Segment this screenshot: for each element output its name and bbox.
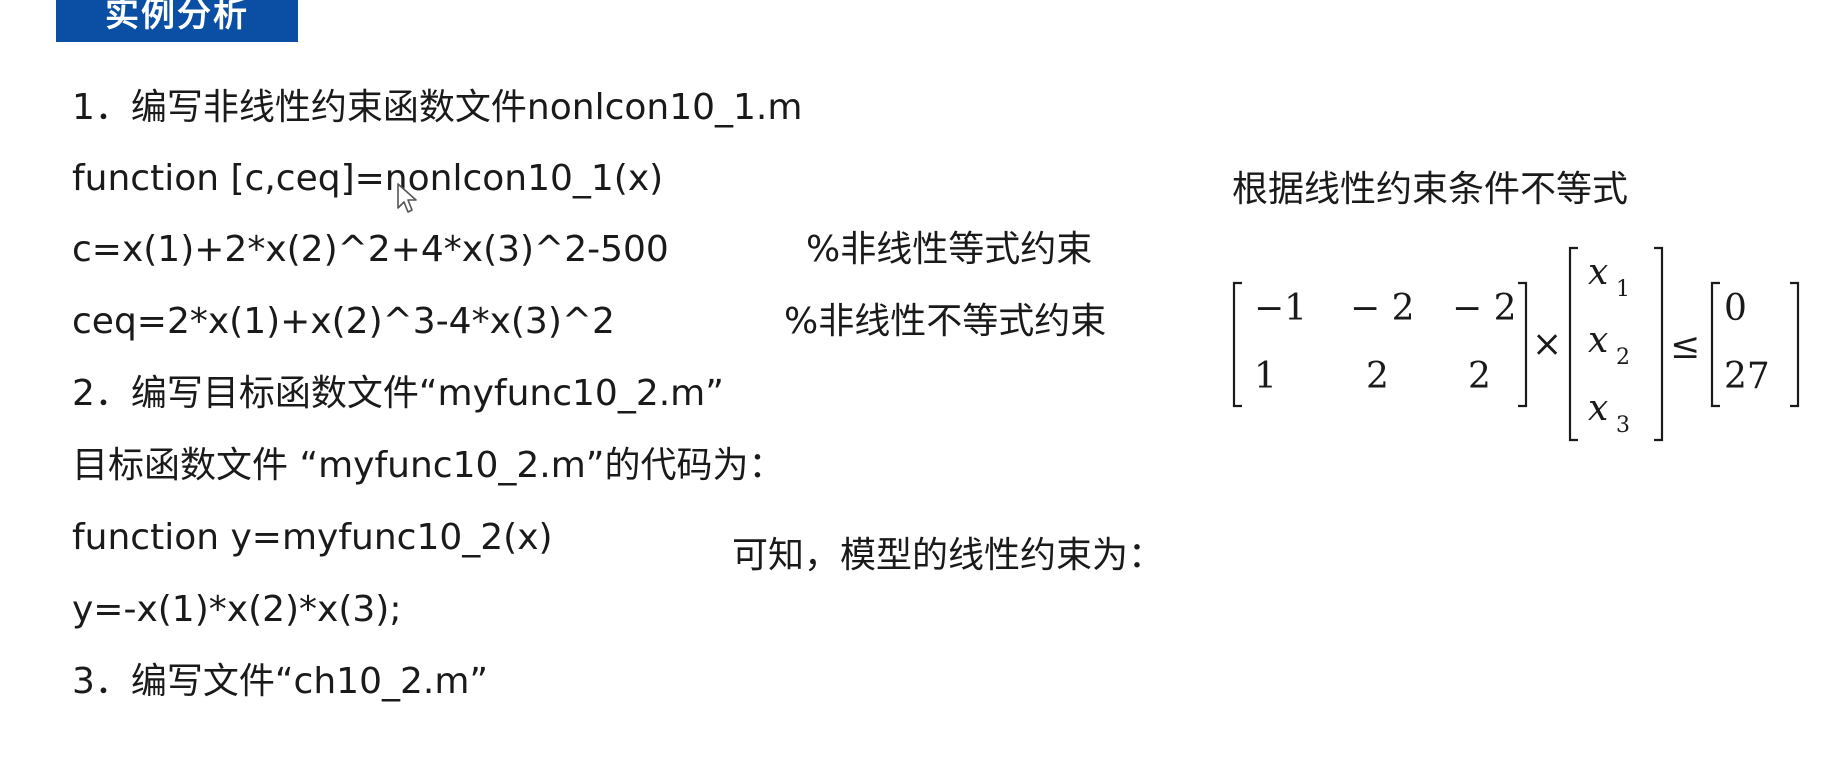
matrix-a-left-bracket <box>1232 281 1242 408</box>
matrix-a-cell: 2 <box>1366 356 1389 397</box>
step-2-heading: 2．编写目标函数文件“myfunc10_2.m” <box>72 373 724 414</box>
slide-title: 实例分析 <box>56 0 298 42</box>
code-line-c: c=x(1)+2*x(2)^2+4*x(3)^2-500 <box>72 229 669 270</box>
vector-x-left-bracket <box>1568 246 1578 442</box>
vector-x-element: x <box>1588 388 1608 429</box>
vector-b-right-bracket <box>1790 281 1800 408</box>
code-line-function-nonlcon: function [c,ceq]=nonlcon10_1(x) <box>72 158 664 199</box>
matrix-a-cell: 2 <box>1468 356 1491 397</box>
vector-x: x 1 x 2 x 3 <box>1568 246 1664 442</box>
vector-x-subscript: 3 <box>1616 413 1630 438</box>
vector-x-element: x <box>1588 252 1608 293</box>
vector-b-element: 0 <box>1724 288 1747 329</box>
vector-x-subscript: 2 <box>1616 345 1630 370</box>
vector-b: 0 27 <box>1710 281 1800 408</box>
inequality-label: 根据线性约束条件不等式 <box>1232 169 1629 210</box>
vector-b-left-bracket <box>1710 281 1720 408</box>
times-symbol: × <box>1532 324 1562 365</box>
matrix-a-cell: −1 <box>1254 288 1307 329</box>
code-line-function-myfunc: function y=myfunc10_2(x) <box>72 517 553 558</box>
code-line-y: y=-x(1)*x(2)*x(3); <box>72 589 402 630</box>
code-line-ceq: ceq=2*x(1)+x(2)^3-4*x(3)^2 <box>72 301 615 342</box>
matrix-a-cell: − 2 <box>1452 288 1517 329</box>
matrix-a-right-bracket <box>1518 281 1528 408</box>
objective-description: 目标函数文件 “myfunc10_2.m”的代码为： <box>72 445 785 486</box>
step-3-heading: 3．编写文件“ch10_2.m” <box>72 661 489 702</box>
mouse-cursor-icon <box>397 183 417 213</box>
linear-constraint-matrix: −1 − 2 − 2 1 2 2 × x 1 x 2 x 3 ≤ 0 27 <box>1232 246 1800 442</box>
leq-symbol: ≤ <box>1670 326 1700 367</box>
matrix-a-cell: − 2 <box>1350 288 1415 329</box>
comment-ceq: %非线性不等式约束 <box>784 301 1107 342</box>
vector-b-element: 27 <box>1724 356 1770 397</box>
matrix-a: −1 − 2 − 2 1 2 2 <box>1232 281 1528 408</box>
vector-x-right-bracket <box>1654 246 1664 442</box>
matrix-a-cell: 1 <box>1254 356 1277 397</box>
vector-x-subscript: 1 <box>1616 277 1630 302</box>
comment-c: %非线性等式约束 <box>806 229 1093 270</box>
vector-x-element: x <box>1588 320 1608 361</box>
model-constraint-label: 可知，模型的线性约束为： <box>732 535 1165 576</box>
step-1-heading: 1．编写非线性约束函数文件nonlcon10_1.m <box>72 87 803 128</box>
